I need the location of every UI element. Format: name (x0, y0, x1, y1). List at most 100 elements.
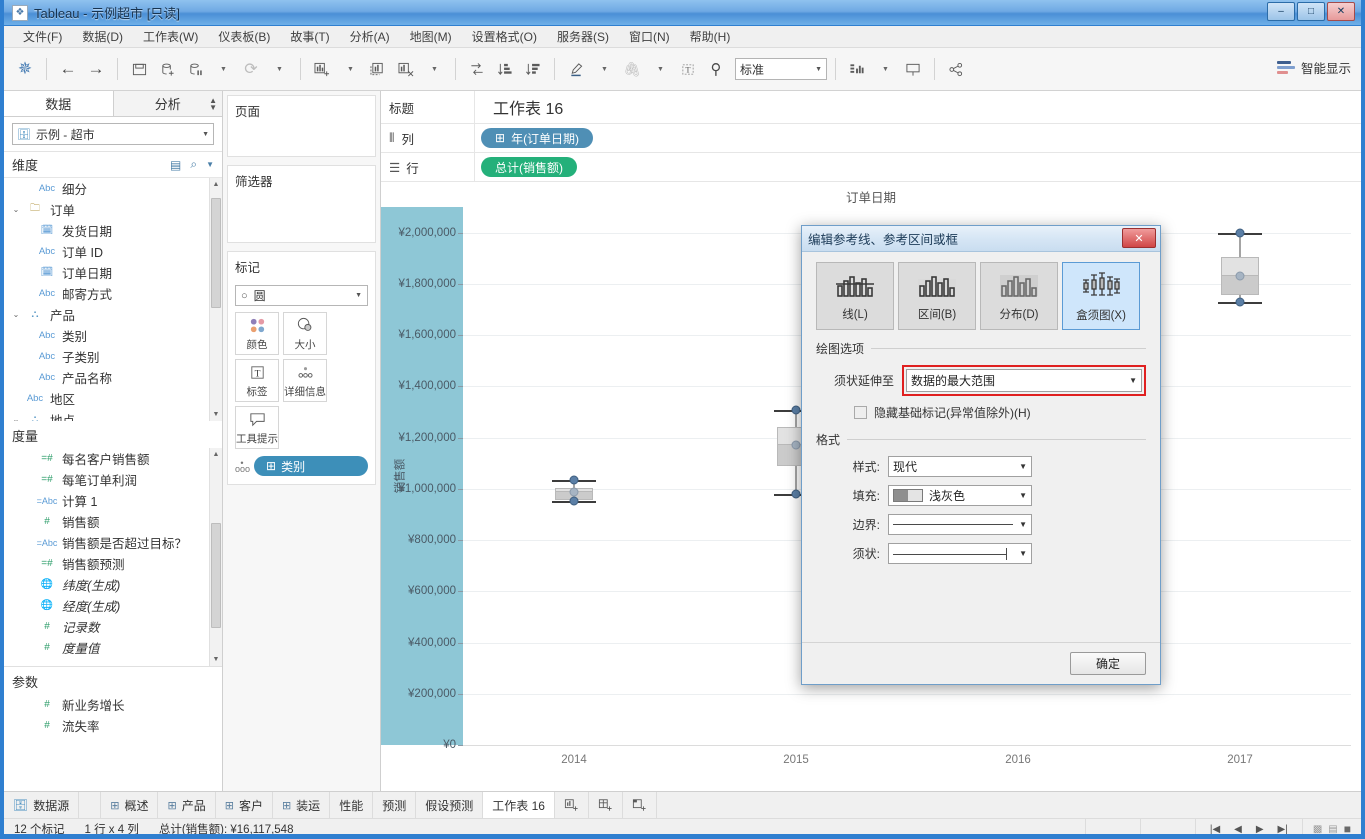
dimensions-list[interactable]: Abc 细分 ⌄ 🗀 订单 🗓 发货日期 Abc 订单 ID 🗓 订单日期 Abc 邮寄方式 ⌄ ⛬ 产品 Ab… (4, 178, 222, 421)
sheet-tab-1[interactable]: ⊞ 产品 (158, 792, 216, 818)
dialog-close-button[interactable]: ✕ (1122, 228, 1156, 248)
tooltip-button[interactable]: 工具提示 (235, 406, 279, 449)
parameter-item-0[interactable]: # 新业务增长 (4, 694, 222, 715)
measure-item-7[interactable]: 🌐 经度(生成) (4, 595, 222, 616)
scroll-up-icon[interactable]: ▲ (210, 178, 222, 191)
view-data-icon[interactable]: ▤ (170, 158, 181, 172)
measure-item-1[interactable]: =# 每笔订单利润 (4, 469, 222, 490)
mark-point-median[interactable] (1235, 271, 1245, 281)
mark-point-median[interactable] (791, 440, 801, 450)
mark-point-lower[interactable] (1235, 297, 1245, 307)
chevron-down-icon[interactable]: ▼ (206, 160, 214, 169)
datasource-dropdown[interactable]: 🗄 示例 - 超市 ▼ (12, 123, 214, 145)
label-button[interactable]: T 标签 (235, 359, 279, 402)
nav-last-icon[interactable]: ▶| (1278, 824, 1288, 835)
pages-card[interactable]: 页面 (227, 95, 376, 157)
reference-band-button[interactable]: 区间(B) (898, 262, 976, 330)
mark-point-lower[interactable] (569, 496, 579, 506)
mark-point-upper[interactable] (569, 475, 579, 485)
fill-dropdown[interactable]: 浅灰色 ▼ (888, 485, 1032, 506)
pause-updates-button[interactable] (182, 55, 208, 83)
new-worksheet-tab-button[interactable] (555, 792, 589, 818)
menu-file[interactable]: 文件(F) (14, 25, 71, 48)
dimension-item-0[interactable]: Abc 细分 (4, 178, 222, 199)
box-plot-2014[interactable] (552, 182, 596, 791)
menu-worksheet[interactable]: 工作表(W) (134, 25, 207, 48)
view-sheet-icon[interactable]: ■ (1344, 822, 1351, 834)
measure-item-2[interactable]: =Abc 计算 1 (4, 490, 222, 511)
tab-data[interactable]: 数据 (4, 91, 114, 116)
measure-item-4[interactable]: =Abc 销售额是否超过目标？ (4, 532, 222, 553)
expand-chevron-icon[interactable]: ⌄ (10, 415, 22, 421)
pill-sum-sales[interactable]: 总计(销售额) (481, 157, 577, 177)
menu-format[interactable]: 设置格式(O) (463, 25, 546, 48)
tab-datasource[interactable]: 🗄 数据源 (4, 792, 80, 818)
pill-year-order-date[interactable]: ⊞ 年(订单日期) (481, 128, 594, 148)
group-button[interactable]: 🖇 (619, 55, 645, 83)
presentation-mode-button[interactable] (900, 55, 926, 83)
new-worksheet-caret[interactable]: ▼ (337, 55, 363, 83)
parameters-list[interactable]: # 新业务增长 # 流失率 (4, 694, 222, 736)
x-tick-label-2014[interactable]: 2014 (561, 754, 587, 766)
minimize-button[interactable]: – (1267, 2, 1295, 21)
add-data-source-button[interactable] (154, 55, 180, 83)
nav-next-icon[interactable]: ▶ (1256, 824, 1264, 835)
highlight-caret[interactable]: ▼ (591, 55, 617, 83)
dimension-item-7[interactable]: Abc 类别 (4, 325, 222, 346)
scrollbar-thumb[interactable] (211, 198, 221, 308)
sort-ascending-button[interactable] (492, 55, 518, 83)
detail-button[interactable]: 详细信息 (283, 359, 327, 402)
highlight-button[interactable] (563, 55, 589, 83)
view-filmstrip-icon[interactable]: ▤ (1328, 824, 1337, 835)
new-dashboard-tab-button[interactable] (589, 792, 623, 818)
back-button[interactable]: ← (55, 55, 81, 83)
filters-card[interactable]: 筛选器 (227, 165, 376, 243)
refresh-button[interactable]: ⟳ (238, 55, 264, 83)
dimension-item-11[interactable]: ⌄ ⛬ 地点 (4, 409, 222, 421)
group-caret[interactable]: ▼ (647, 55, 673, 83)
scroll-up-icon[interactable]: ▲ (210, 448, 222, 461)
menu-story[interactable]: 故事(T) (281, 25, 338, 48)
duplicate-sheet-button[interactable] (365, 55, 391, 83)
view-grid-icon[interactable]: ▩ (1313, 824, 1322, 835)
menu-map[interactable]: 地图(M) (401, 25, 461, 48)
show-mark-labels-button[interactable]: T (675, 55, 701, 83)
forward-button[interactable]: → (83, 55, 109, 83)
distribution-button[interactable]: 分布(D) (980, 262, 1058, 330)
clear-sheet-caret[interactable]: ▼ (421, 55, 447, 83)
maximize-button[interactable]: □ (1297, 2, 1325, 21)
measure-item-0[interactable]: =# 每名客户销售额 (4, 448, 222, 469)
sheet-tab-5[interactable]: 预测 (373, 792, 417, 818)
sheet-tab-0[interactable]: ⊞ 概述 (101, 792, 159, 818)
sort-descending-button[interactable] (520, 55, 546, 83)
fit-dropdown[interactable]: 标准 ▼ (735, 58, 827, 80)
style-dropdown[interactable]: 现代 ▼ (888, 456, 1032, 477)
clear-sheet-button[interactable] (393, 55, 419, 83)
show-hide-cards-caret[interactable]: ▼ (872, 55, 898, 83)
parameter-item-1[interactable]: # 流失率 (4, 715, 222, 736)
reference-line-button[interactable]: 线(L) (816, 262, 894, 330)
detail-pill-category[interactable]: ⊞ 类别 (254, 456, 368, 476)
scroll-down-icon[interactable]: ▼ (210, 653, 222, 666)
dimension-item-2[interactable]: 🗓 发货日期 (4, 220, 222, 241)
tableau-logo-button[interactable]: ✵ (12, 55, 38, 83)
refresh-caret[interactable]: ▼ (266, 55, 292, 83)
mark-point-median[interactable] (569, 487, 579, 497)
pause-updates-caret[interactable]: ▼ (210, 55, 236, 83)
dimension-item-9[interactable]: Abc 产品名称 (4, 367, 222, 388)
close-button[interactable]: ✕ (1327, 2, 1355, 21)
measures-scrollbar[interactable]: ▲ ▼ (209, 448, 222, 666)
dimension-item-3[interactable]: Abc 订单 ID (4, 241, 222, 262)
tab-analytics[interactable]: 分析 (114, 91, 223, 116)
new-story-tab-button[interactable] (623, 792, 657, 818)
whisker-style-dropdown[interactable]: ▼ (888, 543, 1032, 564)
share-button[interactable] (943, 55, 969, 83)
show-hide-cards-button[interactable] (844, 55, 870, 83)
menu-dashboard[interactable]: 仪表板(B) (209, 25, 279, 48)
show-me-button[interactable]: 智能显示 (1276, 58, 1351, 77)
sheet-tab-4[interactable]: 性能 (330, 792, 374, 818)
size-button[interactable]: 大小 (283, 312, 327, 355)
measure-item-5[interactable]: =# 销售额预测 (4, 553, 222, 574)
search-icon[interactable]: ⌕ (190, 157, 197, 172)
ok-button[interactable]: 确定 (1070, 652, 1146, 675)
